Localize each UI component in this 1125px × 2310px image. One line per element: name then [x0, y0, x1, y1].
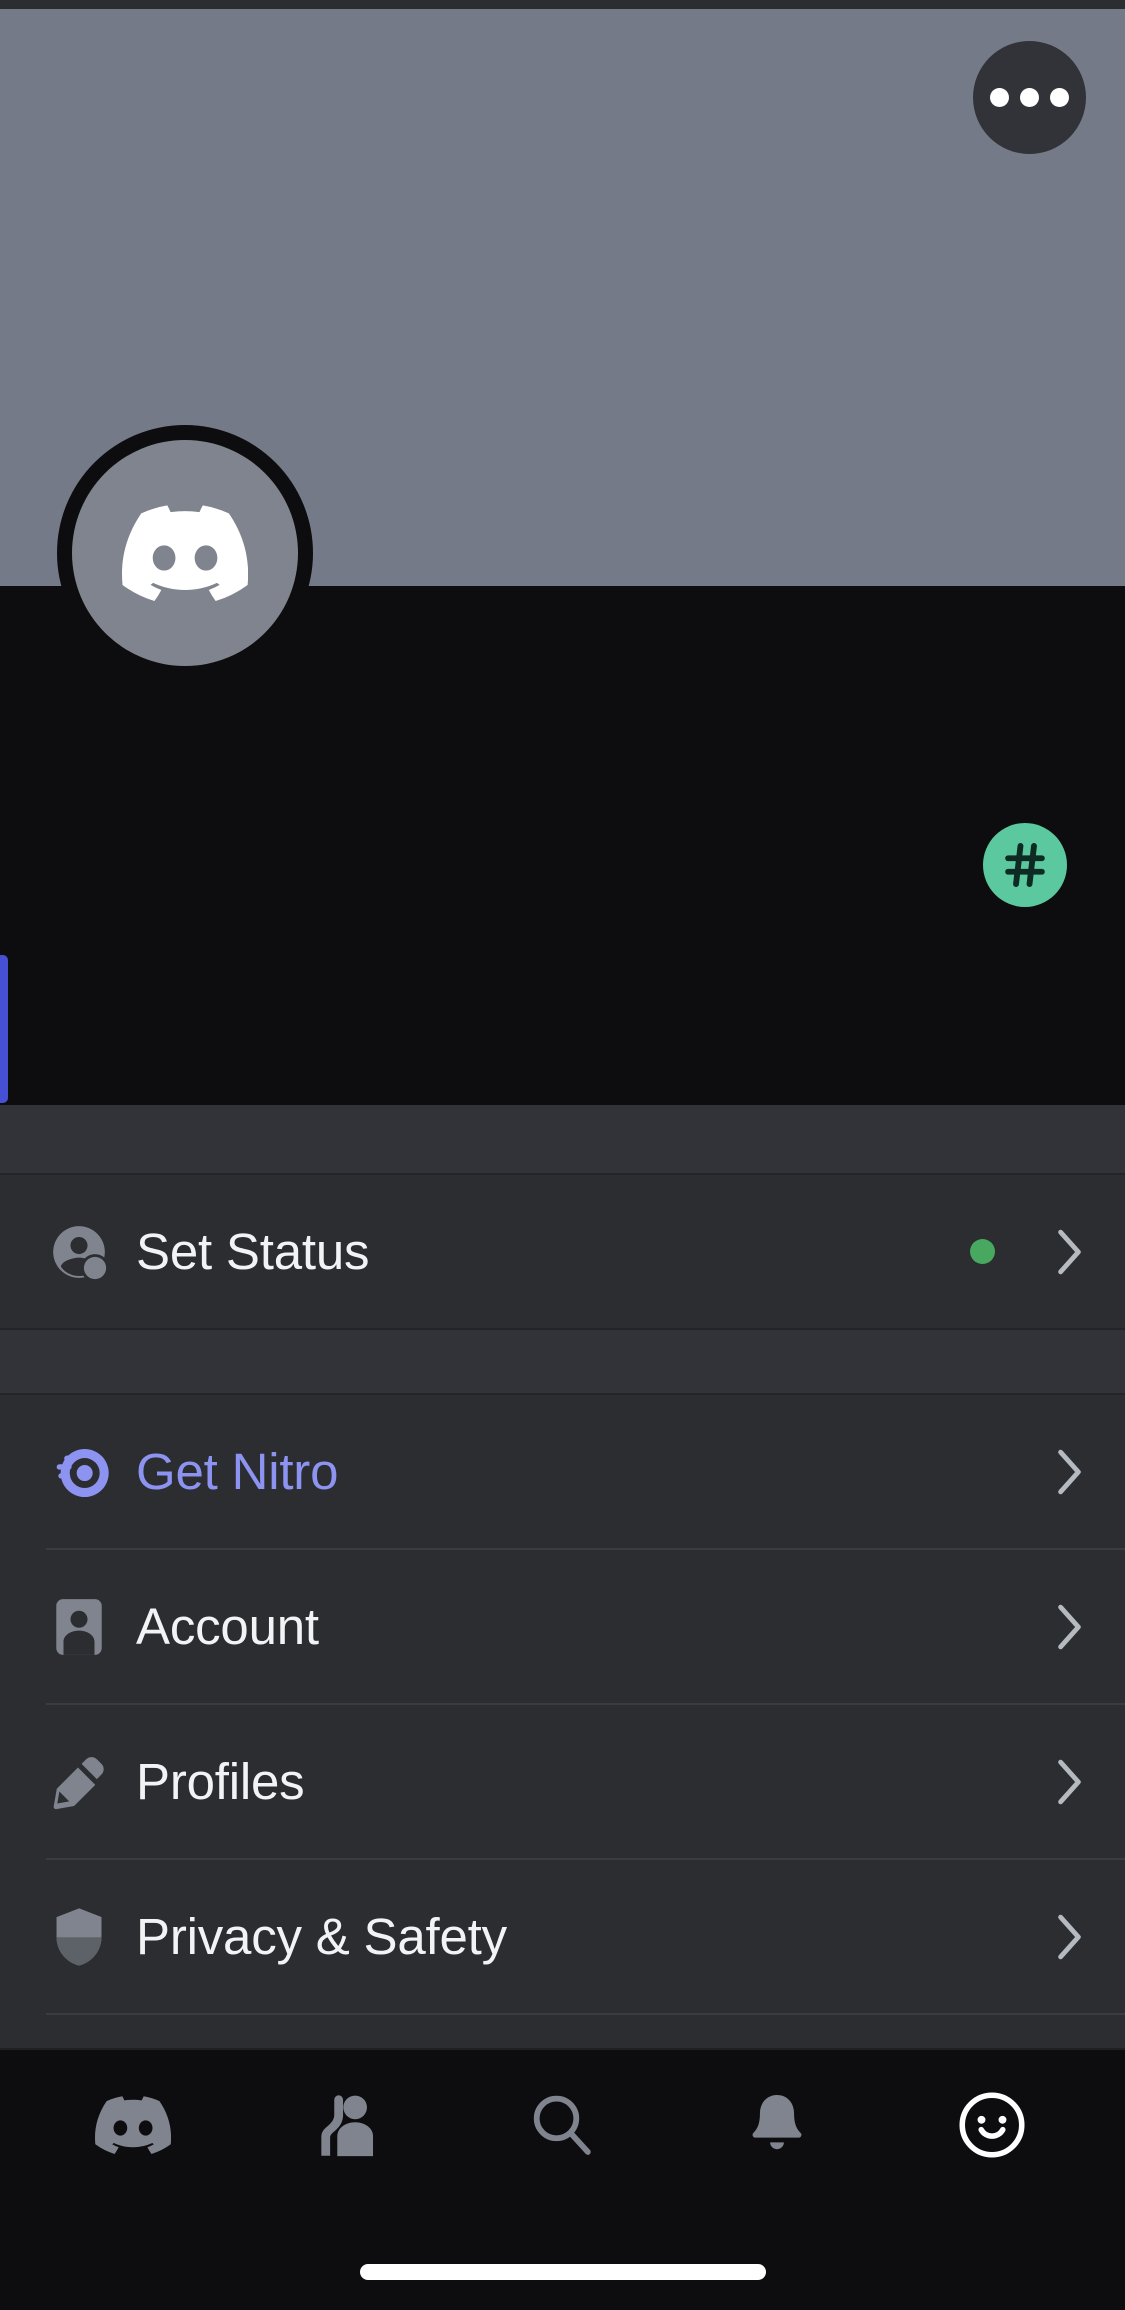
status-bar [0, 0, 1125, 9]
nitro-wheel-icon [46, 1439, 112, 1505]
settings-row-account[interactable]: Account [0, 1550, 1125, 1703]
smiley-avatar-icon [959, 2092, 1025, 2158]
chevron-right-icon [1058, 1604, 1081, 1649]
settings-row-privacy-safety[interactable]: Privacy & Safety [0, 1860, 1125, 2013]
chevron-right-icon [1058, 1759, 1081, 1804]
nav-item-search[interactable] [502, 2065, 622, 2185]
status-indicator-dot [970, 1239, 995, 1264]
discord-user-settings-screen: Set Status Get Nitro Account Profiles Pr… [0, 0, 1125, 2310]
settings-top-spacer [0, 1105, 1125, 1173]
settings-list: Set Status Get Nitro Account Profiles Pr… [0, 1105, 1125, 2048]
server-selection-indicator [0, 955, 8, 1103]
person-status-icon [46, 1219, 112, 1285]
hash-icon [1005, 842, 1045, 888]
avatar-image [72, 440, 298, 666]
home-indicator [359, 2264, 766, 2280]
settings-row-set-status[interactable]: Set Status [0, 1175, 1125, 1328]
search-icon [534, 2095, 592, 2155]
settings-row-get-nitro[interactable]: Get Nitro [0, 1395, 1125, 1548]
settings-row-label: Get Nitro [136, 1443, 339, 1500]
settings-row-label: Profiles [136, 1753, 305, 1810]
bell-icon [752, 2095, 802, 2150]
settings-row-label: Set Status [136, 1223, 370, 1280]
nav-item-notifications[interactable] [717, 2065, 837, 2185]
settings-row-label: Account [136, 1598, 319, 1655]
id-card-icon [46, 1594, 112, 1660]
settings-row-label: Privacy & Safety [136, 1908, 507, 1965]
avatar[interactable] [57, 425, 313, 681]
more-horizontal-icon-dot [1050, 88, 1069, 107]
nav-item-servers[interactable] [73, 2065, 193, 2185]
divider [46, 2013, 1125, 2015]
more-horizontal-icon-dot [1020, 88, 1039, 107]
more-options-button[interactable] [973, 41, 1086, 154]
bottom-navigation-bar [0, 2048, 1125, 2310]
settings-section-spacer [0, 1330, 1125, 1393]
discord-clyde-icon [95, 2096, 172, 2154]
nav-item-you[interactable] [932, 2065, 1052, 2185]
pencil-icon [46, 1749, 112, 1815]
hash-badge[interactable] [983, 823, 1067, 907]
chevron-right-icon [1058, 1449, 1081, 1494]
more-horizontal-icon-dot [990, 88, 1009, 107]
nav-item-friends[interactable] [288, 2065, 408, 2185]
person-wave-icon [321, 2095, 373, 2157]
chevron-right-icon [1058, 1229, 1081, 1274]
chevron-right-icon [1058, 1914, 1081, 1959]
settings-row-profiles[interactable]: Profiles [0, 1705, 1125, 1858]
discord-clyde-logo [122, 505, 248, 601]
shield-icon [46, 1904, 112, 1970]
